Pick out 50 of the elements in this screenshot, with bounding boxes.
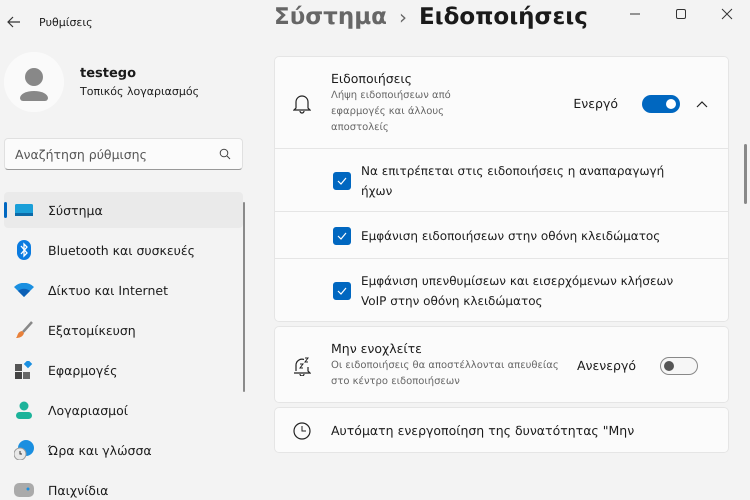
checkbox-label: Να επιτρέπεται στις ειδοποιήσεις η αναπαραγωγή ήχων [361, 163, 666, 200]
apps-icon [14, 361, 34, 379]
sidebar-item[interactable]: Σύστημα [4, 192, 243, 228]
page-title: Ειδοποιήσεις [418, 4, 588, 30]
breadcrumb-parent[interactable]: Σύστημα [274, 4, 387, 30]
search-field[interactable]: Αναζήτηση ρύθμισης [4, 138, 243, 170]
snooze-bell-icon [293, 356, 311, 376]
checkmark-icon [337, 177, 347, 185]
sidebar-item[interactable]: Λογαριασμοί [4, 392, 243, 428]
clock-icon [293, 422, 311, 440]
toggle-state-label: Ενεργό [573, 96, 618, 111]
search-icon [219, 148, 231, 160]
sidebar-item[interactable]: Δίκτυο και Internet [4, 272, 243, 308]
window-title: Ρυθμίσεις [39, 16, 93, 28]
toggle-switch[interactable] [642, 94, 680, 112]
sidebar-item[interactable]: Εξατομίκευση [4, 312, 243, 348]
checkmark-icon [337, 232, 347, 240]
globe-clock-icon [14, 440, 34, 460]
maximize-icon[interactable] [675, 8, 687, 20]
sidebar-item[interactable]: Εφαρμογές [4, 352, 243, 388]
back-arrow-icon[interactable] [7, 16, 21, 28]
monitor-icon [14, 203, 34, 217]
setting-title: Ειδοποιήσεις [331, 71, 413, 86]
wifi-icon [14, 283, 34, 297]
chevron-icon[interactable] [696, 100, 708, 108]
checkbox[interactable] [333, 282, 351, 300]
account-type: Τοπικός λογαριασμός [80, 85, 200, 98]
toggle-switch[interactable] [660, 356, 698, 374]
close-icon[interactable] [721, 8, 733, 20]
person-icon [14, 401, 34, 419]
sidebar-item[interactable]: Παιχνίδια [4, 472, 243, 500]
bluetooth-icon [14, 240, 34, 260]
checkbox[interactable] [333, 227, 351, 245]
setting-title: Αυτόματη ενεργοποίηση της δυνατότητας "Μην [331, 422, 636, 438]
sidebar-item[interactable]: Ώρα και γλώσσα [4, 432, 243, 468]
checkbox-label: Εμφάνιση υπενθυμίσεων και εισερχόμενων κλήσεων VoIP στην οθόνη κλειδώματος [361, 273, 674, 310]
gamepad-icon [14, 483, 34, 497]
setting-description: Λήψη ειδοποιήσεων από εφαρμογές και άλλους αποστολείς [331, 89, 452, 135]
checkbox[interactable] [333, 172, 351, 190]
avatar-icon [4, 52, 64, 112]
toggle-state-label: Ανενεργό [576, 358, 636, 373]
bell-icon [293, 94, 311, 114]
paintbrush-icon [14, 321, 34, 339]
setting-title: Μην ενοχλείτε [331, 341, 423, 356]
checkbox-label: Εμφάνιση ειδοποιήσεων στην οθόνη κλειδώματος [361, 228, 660, 245]
breadcrumb-separator: › [398, 5, 407, 29]
account-name: testego [80, 66, 138, 81]
sidebar-item[interactable]: Bluetooth και συσκευές [4, 232, 243, 268]
checkmark-icon [337, 287, 347, 295]
setting-description: Οι ειδοποιήσεις θα αποστέλλονται απευθείας στο κέντρο ειδοποιήσεων [331, 359, 560, 389]
